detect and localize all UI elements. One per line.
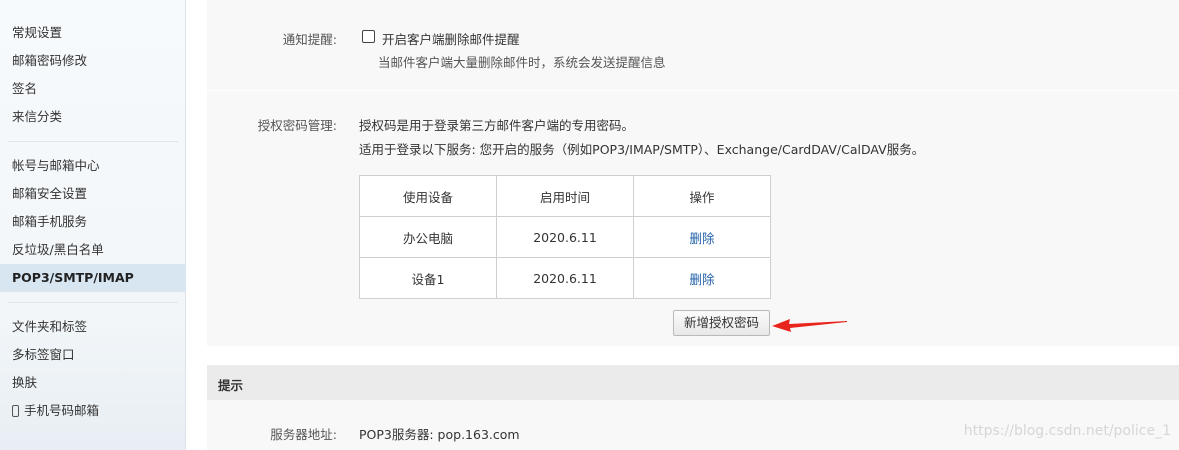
red-arrow-annotation	[772, 319, 847, 332]
table-header-row: 使用设备 启用时间 操作	[359, 175, 771, 217]
pop3-server-value: POP3服务器: pop.163.com	[359, 427, 520, 442]
action-cell: 删除	[633, 216, 771, 258]
nav-signature[interactable]: 签名	[0, 75, 186, 103]
date-cell: 2020.6.11	[496, 257, 634, 299]
auth-desc-1: 授权码是用于登录第三方邮件客户端的专用密码。	[359, 118, 635, 133]
delete-link[interactable]: 删除	[689, 231, 714, 246]
nav-general-settings[interactable]: 常规设置	[0, 19, 186, 47]
nav-divider	[8, 141, 178, 142]
nav-mobile-service[interactable]: 邮箱手机服务	[0, 208, 186, 236]
table-row: 办公电脑 2020.6.11 删除	[359, 216, 771, 258]
nav-divider	[8, 302, 178, 303]
tips-title: 提示	[218, 378, 244, 393]
auth-desc-2: 适用于登录以下服务: 您开启的服务（例如POP3/IMAP/SMTP）、Exch…	[359, 142, 925, 157]
table-row: 设备1 2020.6.11 删除	[359, 257, 771, 299]
device-cell: 设备1	[359, 257, 497, 299]
col-header-date: 启用时间	[496, 175, 634, 217]
nav-mail-filter[interactable]: 来信分类	[0, 103, 186, 131]
tips-header: 提示	[207, 365, 1179, 400]
add-auth-password-button[interactable]: 新增授权密码	[673, 310, 770, 336]
watermark-text: https://blog.csdn.net/police_1	[963, 423, 1171, 439]
nav-password-change[interactable]: 邮箱密码修改	[0, 47, 186, 75]
nav-spam-lists[interactable]: 反垃圾/黑白名单	[0, 236, 186, 264]
action-cell: 删除	[633, 257, 771, 299]
auth-device-table: 使用设备 启用时间 操作 办公电脑 2020.6.11 删除 设备1 2020.…	[359, 175, 771, 299]
settings-sidebar: 常规设置 邮箱密码修改 签名 来信分类 帐号与邮箱中心 邮箱安全设置 邮箱手机服…	[0, 0, 186, 450]
nav-pop3-smtp-imap[interactable]: POP3/SMTP/IMAP	[0, 264, 186, 292]
nav-phone-mailbox-label: 手机号码邮箱	[24, 403, 100, 418]
auth-label: 授权密码管理:	[257, 118, 337, 133]
col-header-action: 操作	[633, 175, 771, 217]
delete-alert-hint: 当邮件客户端大量删除邮件时，系统会发送提醒信息	[378, 55, 666, 70]
nav-multi-tab[interactable]: 多标签窗口	[0, 341, 186, 369]
nav-account-center[interactable]: 帐号与邮箱中心	[0, 152, 186, 180]
delete-alert-label[interactable]: 开启客户端删除邮件提醒	[382, 29, 520, 48]
delete-link[interactable]: 删除	[689, 272, 714, 287]
col-header-device: 使用设备	[359, 175, 497, 217]
notify-label: 通知提醒:	[282, 32, 337, 47]
device-cell: 办公电脑	[359, 216, 497, 258]
nav-phone-mailbox[interactable]: 手机号码邮箱	[0, 397, 186, 425]
delete-alert-checkbox[interactable]	[362, 30, 375, 43]
notify-panel: 通知提醒: 开启客户端删除邮件提醒 当邮件客户端大量删除邮件时，系统会发送提醒信…	[207, 0, 1179, 90]
date-cell: 2020.6.11	[496, 216, 634, 258]
settings-content: 通知提醒: 开启客户端删除邮件提醒 当邮件客户端大量删除邮件时，系统会发送提醒信…	[187, 0, 1179, 450]
phone-icon	[12, 405, 19, 417]
nav-folders-labels[interactable]: 文件夹和标签	[0, 313, 186, 341]
server-address-label: 服务器地址:	[270, 427, 337, 442]
nav-skin[interactable]: 换肤	[0, 369, 186, 397]
nav-security-settings[interactable]: 邮箱安全设置	[0, 180, 186, 208]
